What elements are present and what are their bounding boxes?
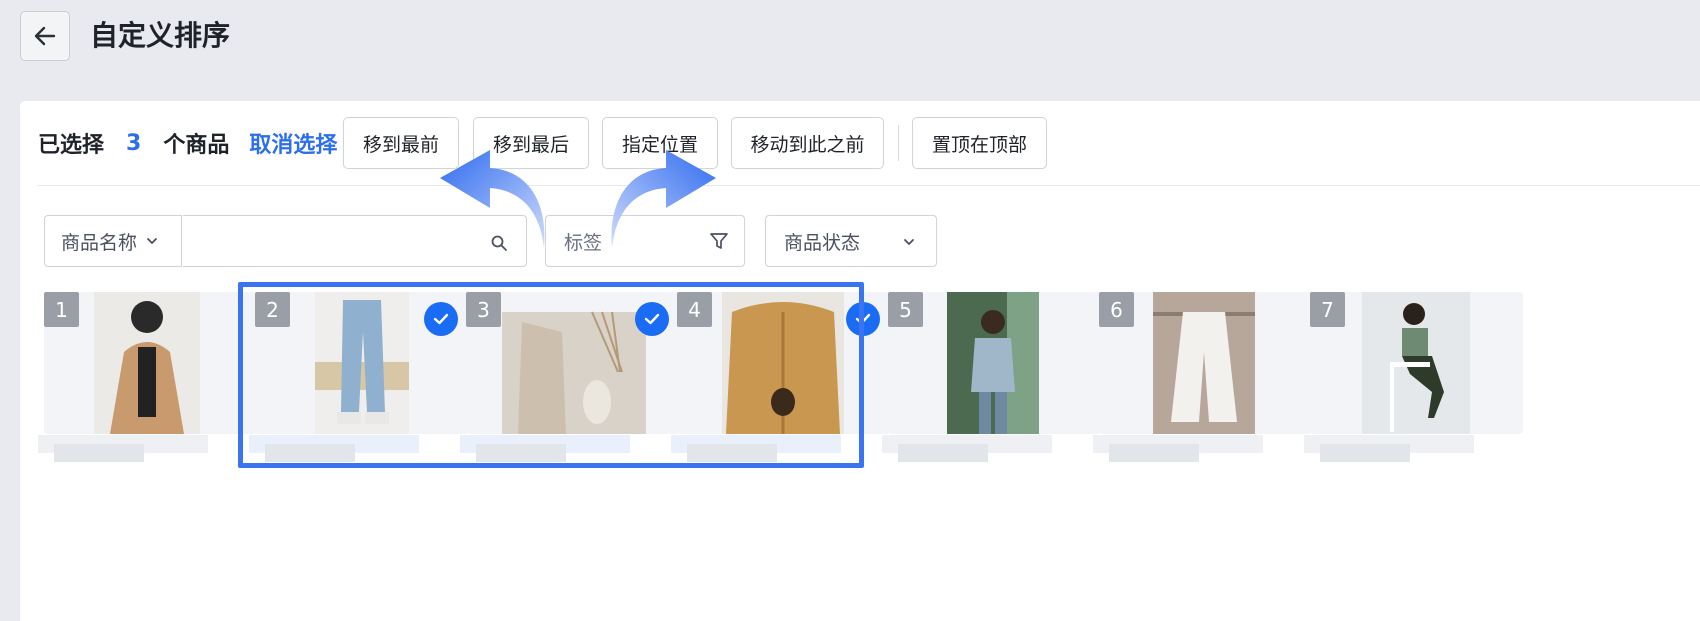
move-first-button[interactable]: 移到最前 [343, 117, 459, 169]
product-card[interactable]: 6 [1093, 292, 1312, 467]
product-index: 7 [1310, 292, 1345, 327]
arrow-left-icon [34, 26, 56, 46]
selection-suffix: 个商品 [163, 133, 230, 158]
divider-line [38, 185, 1700, 186]
main-panel: 已选择 3 个商品 取消选择 移到最前 移到最后 指定位置 移动到此之前 置顶在… [20, 101, 1700, 621]
move-before-button[interactable]: 移动到此之前 [731, 117, 884, 169]
page-title: 自定义排序 [90, 19, 231, 52]
set-position-button[interactable]: 指定位置 [602, 117, 718, 169]
tag-placeholder: 标签 [564, 231, 603, 254]
product-card[interactable]: 5 [882, 292, 1101, 467]
product-card[interactable]: 1 [38, 292, 257, 467]
product-index: 6 [1099, 292, 1134, 327]
search-icon[interactable] [490, 234, 508, 252]
checkmark-icon[interactable] [424, 302, 458, 336]
blurred-price [1320, 444, 1410, 462]
name-field-label: 商品名称 [61, 231, 138, 254]
checkmark-icon[interactable] [846, 302, 880, 336]
selection-prefix: 已选择 [38, 133, 105, 158]
blurred-price [1109, 444, 1199, 462]
pin-top-button[interactable]: 置顶在顶部 [912, 117, 1047, 169]
product-index: 5 [888, 292, 923, 327]
product-card-selected[interactable]: 2 [249, 292, 468, 467]
product-photo [722, 292, 844, 434]
checkmark-icon[interactable] [635, 302, 669, 336]
product-index: 2 [255, 292, 290, 327]
product-card[interactable]: 7 [1304, 292, 1523, 467]
product-photo [502, 311, 646, 434]
blurred-price [54, 444, 144, 462]
blurred-price [265, 444, 355, 462]
product-index: 3 [466, 292, 501, 327]
chevron-down-icon [147, 238, 157, 245]
blurred-price [898, 444, 988, 462]
name-field-select[interactable]: 商品名称 [44, 215, 182, 267]
product-photo [315, 292, 409, 434]
tag-filter[interactable]: 标签 [545, 215, 745, 267]
back-button[interactable] [20, 11, 70, 61]
selection-summary: 已选择 3 个商品 取消选择 [38, 117, 357, 169]
name-search-input[interactable] [183, 215, 527, 267]
cancel-selection-link[interactable]: 取消选择 [249, 127, 337, 159]
product-photo [1362, 292, 1470, 434]
chevron-down-icon [904, 239, 914, 246]
toolbar-divider-2 [898, 125, 899, 161]
blurred-price [687, 444, 777, 462]
blurred-price [476, 444, 566, 462]
top-bar: 自定义排序 [0, 0, 1700, 100]
selection-count: 3 [126, 130, 142, 156]
move-last-button[interactable]: 移到最后 [473, 117, 589, 169]
status-label: 商品状态 [784, 231, 861, 254]
product-index: 1 [44, 292, 79, 327]
status-select[interactable]: 商品状态 [765, 215, 937, 267]
product-photo [947, 292, 1039, 434]
product-index: 4 [677, 292, 712, 327]
product-photo [1153, 292, 1255, 434]
filter-icon[interactable] [708, 230, 730, 252]
product-card-selected[interactable]: 4 [671, 292, 890, 467]
product-photo [94, 292, 200, 434]
product-card-selected[interactable]: 3 [460, 292, 679, 467]
